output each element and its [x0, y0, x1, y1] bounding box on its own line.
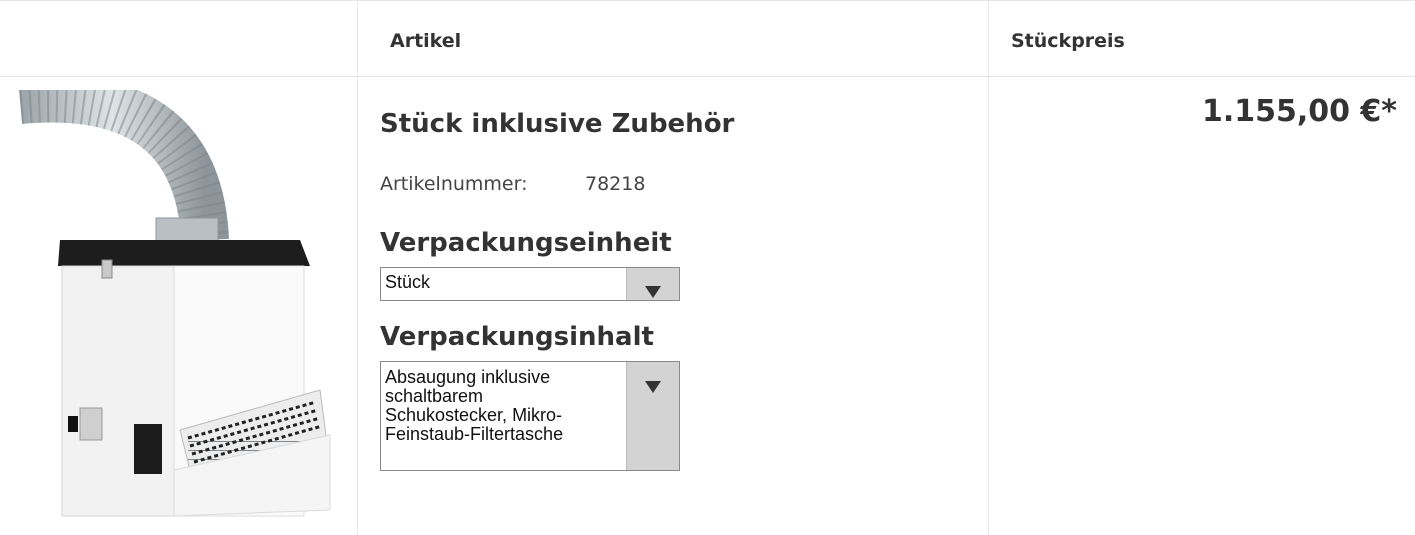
product-image[interactable]	[10, 90, 350, 525]
article-number-label: Artikelnummer:	[380, 173, 528, 195]
column-header-unit-price: Stückpreis	[1011, 30, 1125, 52]
select-arrow-button[interactable]	[626, 362, 679, 470]
row-divider	[0, 0, 1415, 1]
select-arrow-button[interactable]	[626, 268, 679, 300]
packaging-content-label: Verpackungsinhalt	[380, 322, 654, 352]
packaging-content-line: schaltbarem	[385, 386, 484, 406]
unit-price: 1.155,00 €*	[1201, 94, 1397, 129]
packaging-unit-select[interactable]: Stück	[380, 267, 680, 301]
column-divider	[988, 0, 989, 535]
cart-table: Artikel Stückpreis Stück inklusive Zubeh…	[0, 0, 1415, 535]
column-header-article: Artikel	[390, 30, 462, 52]
packaging-content-line: Schukostecker, Mikro-	[385, 405, 563, 425]
column-divider	[357, 0, 358, 535]
packaging-unit-label: Verpackungseinheit	[380, 228, 672, 258]
triangle-down-icon	[645, 286, 661, 298]
triangle-down-icon	[645, 381, 661, 393]
packaging-content-line: Feinstaub-Filtertasche	[385, 424, 564, 444]
packaging-unit-value: Stück	[385, 272, 431, 292]
packaging-content-select[interactable]: Absaugung inklusive schaltbarem Schukost…	[380, 361, 680, 471]
row-divider	[0, 76, 1415, 77]
article-number: 78218	[585, 173, 646, 195]
product-title[interactable]: Stück inklusive Zubehör	[380, 109, 734, 139]
packaging-content-value: Absaugung inklusive schaltbarem Schukost…	[385, 368, 563, 444]
packaging-content-line: Absaugung inklusive	[385, 367, 551, 387]
